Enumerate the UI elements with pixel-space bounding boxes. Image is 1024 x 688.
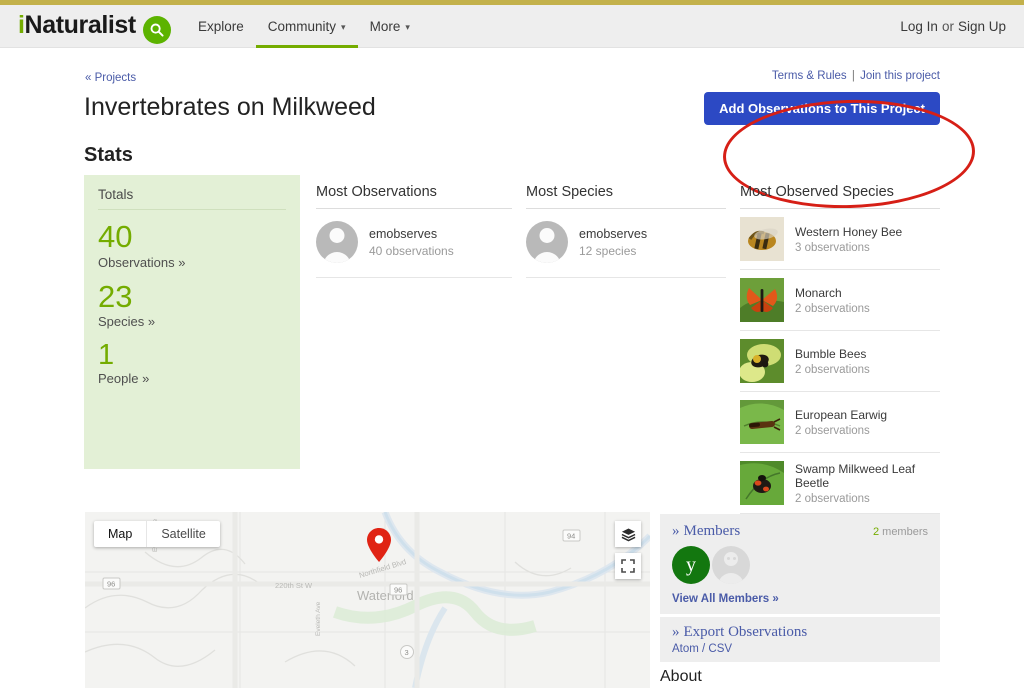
nav-item-explore-label: Explore: [198, 19, 244, 34]
species-observation-count: 3 observations: [795, 241, 870, 254]
most-observations-panel: Most Observations emobserves 40 observat…: [316, 184, 512, 278]
svg-text:96: 96: [394, 586, 402, 595]
species-observation-count: 2 observations: [795, 424, 870, 437]
species-thumbnail: [740, 339, 784, 383]
svg-text:3: 3: [405, 648, 409, 657]
avatar: [526, 221, 568, 263]
about-heading: About: [660, 668, 702, 685]
members-count-word: members: [882, 526, 928, 538]
nav-item-explore[interactable]: Explore: [186, 5, 256, 48]
site-header: iNaturalist Explore Community ▾ More ▾ L…: [0, 5, 1024, 48]
layers-icon[interactable]: [615, 521, 641, 547]
export-observations-panel: » Export Observations Atom / CSV: [660, 617, 940, 662]
observations-label[interactable]: Observations »: [98, 255, 286, 270]
breadcrumb[interactable]: « Projects: [85, 72, 136, 84]
project-links: Terms & Rules | Join this project: [772, 70, 940, 82]
species-observation-count: 2 observations: [795, 302, 870, 315]
chevron-down-icon: ▾: [341, 22, 346, 32]
auth-separator: or: [941, 19, 954, 34]
nav-item-more-label: More: [369, 19, 401, 34]
user-name[interactable]: emobserves: [369, 227, 454, 241]
totals-panel: Totals 40 Observations » 23 Species » 1 …: [84, 175, 300, 469]
site-logo[interactable]: iNaturalist: [18, 11, 136, 40]
member-avatar-list: y: [672, 546, 928, 584]
map-type-satellite-button[interactable]: Satellite: [146, 521, 219, 547]
observations-count: 40: [98, 219, 133, 254]
species-thumbnail: [740, 217, 784, 261]
main-nav: Explore Community ▾ More ▾: [186, 5, 422, 48]
people-count: 1: [98, 339, 115, 372]
export-panel-heading[interactable]: » Export Observations: [672, 624, 928, 641]
most-species-panel: Most Species emobserves 12 species: [526, 184, 726, 278]
chevron-right-icon: »: [672, 624, 680, 640]
chevron-right-icon: »: [672, 523, 680, 539]
totals-heading: Totals: [98, 187, 286, 210]
login-link[interactable]: Log In: [900, 19, 938, 34]
members-panel: » Members 2 members y View All Members »: [660, 514, 940, 614]
search-icon[interactable]: [143, 16, 171, 44]
map-type-switcher: Map Satellite: [94, 521, 220, 547]
species-name[interactable]: Monarch: [795, 286, 870, 300]
add-observations-button[interactable]: Add Observations to This Project: [704, 92, 940, 125]
list-item[interactable]: emobserves 40 observations: [316, 209, 512, 278]
species-thumbnail: [740, 278, 784, 322]
species-count: 23: [98, 278, 133, 314]
species-name[interactable]: Bumble Bees: [795, 347, 870, 361]
join-project-link[interactable]: Join this project: [860, 70, 940, 82]
species-observation-count: 2 observations: [795, 363, 870, 376]
people-label[interactable]: People »: [98, 371, 286, 386]
stats-heading: Stats: [84, 144, 133, 166]
nav-item-more[interactable]: More ▾: [358, 5, 422, 48]
svg-text:96: 96: [107, 580, 115, 589]
user-species-count: 12 species: [579, 243, 637, 258]
list-item[interactable]: European Earwig 2 observations: [740, 392, 940, 453]
list-item[interactable]: Bumble Bees 2 observations: [740, 331, 940, 392]
signup-link[interactable]: Sign Up: [958, 19, 1006, 34]
members-count-number: 2: [872, 526, 880, 538]
species-name[interactable]: Western Honey Bee: [795, 225, 902, 239]
export-formats-link[interactable]: Atom / CSV: [672, 643, 928, 655]
user-observation-count: 40 observations: [369, 243, 454, 258]
list-item[interactable]: Western Honey Bee 3 observations: [740, 209, 940, 270]
avatar: [316, 221, 358, 263]
species-label[interactable]: Species »: [98, 314, 286, 329]
list-item[interactable]: Monarch 2 observations: [740, 270, 940, 331]
species-thumbnail: [740, 461, 784, 505]
members-heading-label: Members: [683, 523, 741, 539]
svg-text:220th St W: 220th St W: [275, 581, 313, 590]
most-observed-species-panel: Most Observed Species Western Honey Bee …: [740, 184, 940, 514]
export-heading-label: Export Observations: [683, 624, 808, 640]
members-count: 2 members: [873, 526, 928, 538]
links-separator: |: [851, 70, 855, 82]
nav-item-community[interactable]: Community ▾: [255, 5, 358, 48]
map-pin-marker[interactable]: [367, 528, 391, 562]
page-title: Invertebrates on Milkweed: [84, 93, 376, 121]
most-observed-species-heading: Most Observed Species: [740, 184, 940, 209]
list-item[interactable]: emobserves 12 species: [526, 209, 726, 278]
avatar[interactable]: [712, 546, 750, 584]
logo-text: Naturalist: [24, 11, 137, 39]
species-name[interactable]: Swamp Milkweed Leaf Beetle: [795, 462, 940, 490]
avatar[interactable]: y: [672, 546, 710, 584]
most-observations-heading: Most Observations: [316, 184, 512, 209]
map-type-map-button[interactable]: Map: [94, 521, 146, 547]
most-species-heading: Most Species: [526, 184, 726, 209]
user-name[interactable]: emobserves: [579, 227, 647, 241]
svg-text:Eveleth Ave: Eveleth Ave: [315, 601, 322, 636]
terms-and-rules-link[interactable]: Terms & Rules: [772, 70, 847, 82]
chevron-down-icon: ▾: [405, 22, 410, 32]
nav-item-community-label: Community: [267, 19, 337, 34]
list-item[interactable]: Swamp Milkweed Leaf Beetle 2 observation…: [740, 453, 940, 514]
species-observation-count: 2 observations: [795, 492, 870, 505]
view-all-members-link[interactable]: View All Members »: [672, 593, 928, 605]
species-name[interactable]: European Earwig: [795, 408, 887, 422]
fullscreen-icon[interactable]: [615, 553, 641, 579]
species-thumbnail: [740, 400, 784, 444]
auth-links: Log In or Sign Up: [900, 5, 1006, 48]
svg-text:94: 94: [567, 532, 575, 541]
